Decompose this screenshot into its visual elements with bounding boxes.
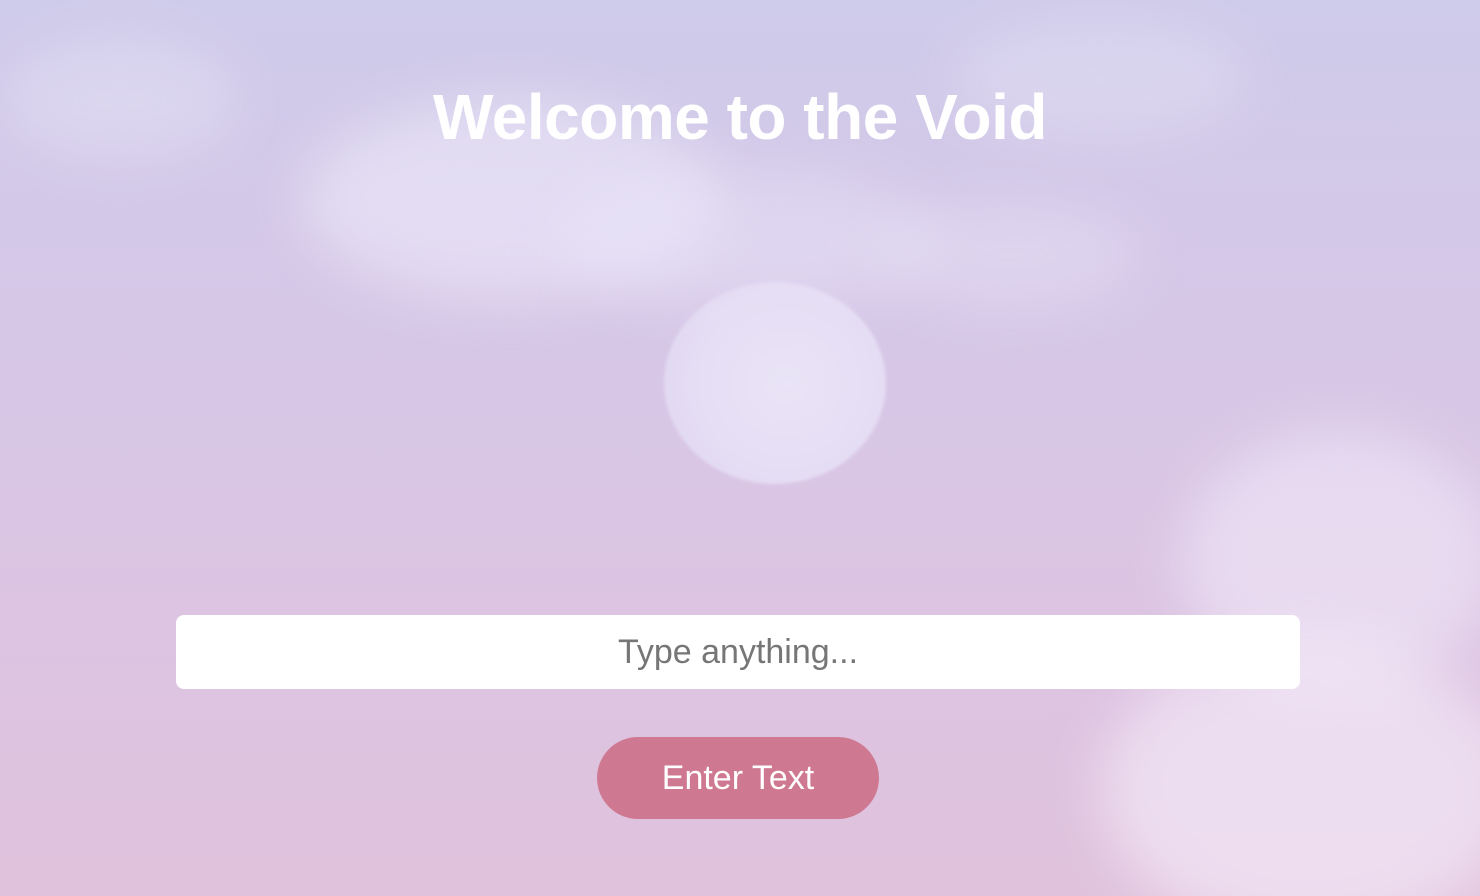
cloud xyxy=(880,200,1140,310)
moon xyxy=(664,282,886,484)
page-title: Welcome to the Void xyxy=(433,80,1047,153)
text-input[interactable] xyxy=(176,615,1300,689)
enter-text-button[interactable]: Enter Text xyxy=(597,737,879,819)
